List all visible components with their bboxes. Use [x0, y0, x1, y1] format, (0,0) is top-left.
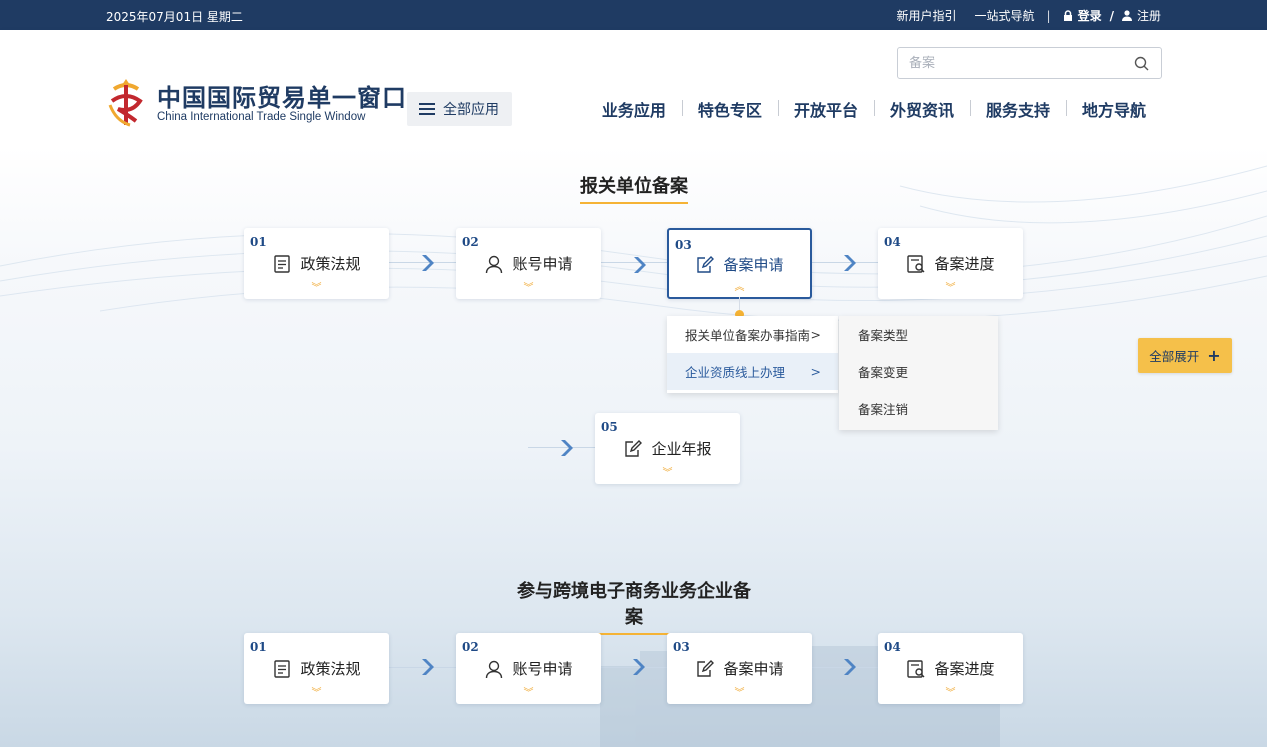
- step-card-policy[interactable]: 01 政策法规 ︾: [244, 633, 389, 704]
- date-text: 2025年07月01日 星期二: [106, 10, 243, 24]
- apply-submenu: 报关单位备案办事指南 > 企业资质线上办理 >: [667, 316, 838, 393]
- step-card-apply[interactable]: 03 备案申请 ︾: [667, 633, 812, 704]
- plus-icon: +: [1207, 346, 1221, 365]
- menu-item-guide[interactable]: 报关单位备案办事指南 >: [667, 316, 838, 353]
- chevron-down-icon[interactable]: ︾: [456, 684, 601, 699]
- menu-icon: [419, 103, 435, 115]
- step-arrow-icon: [844, 255, 856, 271]
- chevron-down-icon[interactable]: ︾: [878, 279, 1023, 294]
- chevron-right-icon: >: [810, 364, 821, 379]
- nav-service-support[interactable]: 服务支持: [969, 97, 1066, 121]
- step-number: 04: [884, 640, 901, 654]
- step-label: 政策法规: [300, 255, 361, 273]
- step-label: 企业年报: [651, 440, 712, 458]
- step-card-policy[interactable]: 01 政策法规 ︾: [244, 228, 389, 299]
- title-underline: [580, 202, 688, 204]
- step-label: 账号申请: [512, 660, 573, 678]
- section-title-cross-border: 参与跨境电子商务业务企业备案: [510, 577, 758, 635]
- nav-local-nav[interactable]: 地方导航: [1065, 97, 1146, 121]
- header: 中国国际贸易单一窗口 China International Trade Sin…: [0, 30, 1267, 146]
- user-icon: [1121, 10, 1132, 21]
- document-icon: [274, 659, 291, 678]
- search-input[interactable]: [898, 48, 1118, 78]
- nav-open-platform[interactable]: 开放平台: [777, 97, 874, 121]
- step-label: 备案进度: [934, 255, 995, 273]
- step-card-progress[interactable]: 04 备案进度 ︾: [878, 633, 1023, 704]
- search-icon[interactable]: [1134, 56, 1149, 71]
- step-arrow-icon: [422, 659, 434, 675]
- step-number: 05: [601, 420, 618, 434]
- logo-title[interactable]: 中国国际贸易单一窗口: [157, 78, 407, 113]
- step-number: 03: [675, 238, 692, 252]
- new-user-guide-link[interactable]: 新用户指引: [897, 7, 957, 24]
- chevron-up-icon[interactable]: ︽: [669, 278, 810, 293]
- lock-icon: [1063, 10, 1072, 21]
- step-number: 04: [884, 235, 901, 249]
- all-apps-button[interactable]: 全部应用: [407, 92, 512, 126]
- search-document-icon: [907, 254, 925, 273]
- user-icon: [486, 255, 503, 273]
- chevron-down-icon[interactable]: ︾: [244, 279, 389, 294]
- divider: |: [1046, 8, 1051, 23]
- step-card-account[interactable]: 02 账号申请 ︾: [456, 633, 601, 704]
- nav-trade-news[interactable]: 外贸资讯: [873, 97, 970, 121]
- step-arrow-icon: [561, 440, 573, 456]
- step-number: 02: [462, 235, 479, 249]
- step-card-account[interactable]: 02 账号申请 ︾: [456, 228, 601, 299]
- user-icon: [486, 660, 503, 678]
- step-arrow-icon: [634, 257, 646, 273]
- chevron-down-icon[interactable]: ︾: [595, 464, 740, 479]
- step-number: 01: [250, 640, 267, 654]
- step-label: 政策法规: [300, 660, 361, 678]
- chevron-down-icon[interactable]: ︾: [244, 684, 389, 699]
- step-card-annual-report[interactable]: 05 企业年报 ︾: [595, 413, 740, 484]
- expand-all-button[interactable]: 全部展开 +: [1138, 338, 1232, 373]
- logo-subtitle: China International Trade Single Window: [157, 111, 366, 123]
- chevron-down-icon[interactable]: ︾: [456, 279, 601, 294]
- search-document-icon: [907, 659, 925, 678]
- menu-item-change[interactable]: 备案变更: [839, 353, 998, 390]
- chevron-right-icon: >: [810, 327, 821, 342]
- step-number: 02: [462, 640, 479, 654]
- step-number: 03: [673, 640, 690, 654]
- step-arrow-icon: [422, 255, 434, 271]
- section-title-customs-registration: 报关单位备案: [580, 172, 688, 204]
- menu-item-type[interactable]: 备案类型: [839, 316, 998, 353]
- step-card-apply[interactable]: 03 备案申请 ︽: [667, 228, 812, 299]
- step-arrow-icon: [633, 659, 645, 675]
- document-icon: [274, 254, 291, 273]
- register-link[interactable]: 注册: [1121, 7, 1161, 24]
- nav-business-apps[interactable]: 业务应用: [586, 97, 682, 121]
- login-link[interactable]: 登录: [1063, 7, 1102, 24]
- logo-emblem-icon[interactable]: [106, 75, 146, 129]
- search-box: [897, 47, 1162, 79]
- slash-separator: /: [1109, 8, 1114, 23]
- edit-icon: [697, 255, 715, 273]
- main-nav: 业务应用 特色专区 开放平台 外贸资讯 服务支持 地方导航: [586, 97, 1146, 121]
- chevron-down-icon[interactable]: ︾: [667, 684, 812, 699]
- one-stop-nav-link[interactable]: 一站式导航: [975, 7, 1035, 24]
- step-number: 01: [250, 235, 267, 249]
- top-bar: 2025年07月01日 星期二 新用户指引 一站式导航 | 登录 / 注册: [0, 0, 1267, 30]
- online-submenu: 备案类型 备案变更 备案注销: [839, 316, 998, 430]
- menu-item-online[interactable]: 企业资质线上办理 >: [667, 353, 838, 390]
- step-label: 备案申请: [723, 256, 784, 274]
- edit-icon: [625, 439, 643, 457]
- edit-icon: [697, 659, 715, 677]
- step-label: 备案进度: [934, 660, 995, 678]
- step-label: 账号申请: [512, 255, 573, 273]
- step-label: 备案申请: [723, 660, 784, 678]
- nav-special-zone[interactable]: 特色专区: [681, 97, 778, 121]
- chevron-down-icon[interactable]: ︾: [878, 684, 1023, 699]
- menu-item-cancel[interactable]: 备案注销: [839, 390, 998, 427]
- step-arrow-icon: [844, 659, 856, 675]
- step-card-progress[interactable]: 04 备案进度 ︾: [878, 228, 1023, 299]
- top-links: 新用户指引 一站式导航 | 登录 / 注册: [879, 7, 1162, 24]
